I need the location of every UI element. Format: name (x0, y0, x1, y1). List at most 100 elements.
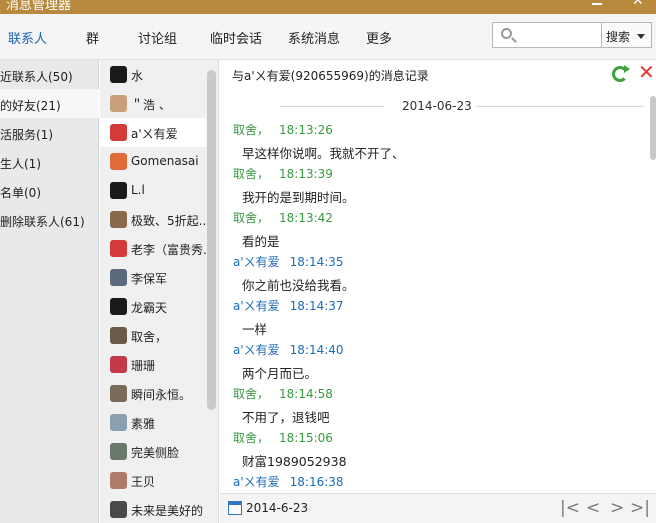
contact-item[interactable]: 完美侧脸 (100, 437, 206, 466)
contact-item[interactable]: 水 (100, 60, 206, 89)
search-scope-dropdown[interactable]: 搜索 (602, 22, 652, 48)
contact-item[interactable]: a'ㄨ有爱 (100, 118, 206, 147)
bottom-bar: 2014-6-23 |< < > >| (220, 493, 656, 523)
contact-name: 珊珊 (131, 359, 156, 373)
contact-item[interactable]: 王贝 (100, 466, 206, 495)
avatar (110, 211, 127, 228)
message-sender: a'ㄨ有爱 (233, 343, 280, 357)
avatar (110, 182, 127, 199)
first-page-button[interactable]: |< (560, 498, 580, 518)
tab-system-messages[interactable]: 系统消息 (288, 28, 340, 47)
avatar (110, 153, 127, 170)
message-time: 18:14:58 (279, 387, 333, 401)
tab-discussion[interactable]: 讨论组 (138, 28, 177, 47)
calendar-icon[interactable] (228, 501, 242, 515)
message-header: 取舍， 18:15:06 (233, 429, 343, 446)
contact-item[interactable]: 李保军 (100, 263, 206, 292)
refresh-icon[interactable] (612, 65, 630, 82)
next-page-button[interactable]: > (610, 498, 624, 518)
avatar (110, 414, 127, 431)
contact-item[interactable]: 瞬间永恒。 (100, 379, 206, 408)
contact-item[interactable]: 素雅 (100, 408, 206, 437)
contact-name: 王贝 (131, 475, 156, 489)
contact-item[interactable]: 龙霸天 (100, 292, 206, 321)
message-header: a'ㄨ有爱 18:14:37 (233, 297, 354, 314)
search-button-label: 搜索 (606, 30, 631, 44)
contact-name: ＂浩 、 (131, 98, 171, 112)
message-scrollbar[interactable] (650, 96, 656, 160)
avatar (110, 240, 127, 257)
message-header: a'ㄨ有爱 18:16:38 (233, 473, 354, 490)
message-text: 两个月而已。 (242, 366, 318, 381)
current-date: 2014-6-23 (246, 501, 309, 515)
message-header: a'ㄨ有爱 18:14:35 (233, 253, 354, 270)
message-header: 取舍， 18:13:39 (233, 165, 343, 182)
window-close-button[interactable]: ✕ (632, 0, 644, 9)
contact-item[interactable]: 老李（富贵秀... (100, 234, 206, 263)
category-strangers[interactable]: 生人(1) (0, 147, 99, 176)
contact-name: 极致、5折起... (131, 214, 206, 228)
message-sender: a'ㄨ有爱 (233, 255, 280, 269)
avatar (110, 95, 127, 112)
contact-name: 素雅 (131, 417, 156, 431)
avatar (110, 327, 127, 344)
avatar (110, 443, 127, 460)
contact-item[interactable]: 极致、5折起... (100, 205, 206, 234)
contact-item[interactable]: 珊珊 (100, 350, 206, 379)
close-icon[interactable]: ✕ (638, 62, 655, 82)
message-sender: a'ㄨ有爱 (233, 299, 280, 313)
tab-more[interactable]: 更多 (366, 28, 392, 47)
category-recent[interactable]: 近联系人(50) (0, 60, 99, 89)
contact-item[interactable]: ＂浩 、 (100, 89, 206, 118)
contact-name: 取舍， (131, 330, 168, 344)
contact-list: 水 ＂浩 、 a'ㄨ有爱 Gomenasai L.l 极致、5折起... 老李（富贵秀...… (100, 60, 219, 523)
message-time: 18:13:39 (279, 167, 333, 181)
message-text: 一样 (242, 322, 268, 337)
message-sender: a'ㄨ有爱 (233, 475, 280, 489)
tab-groups[interactable]: 群 (86, 28, 99, 47)
message-text: 财富1989052938 (242, 454, 347, 469)
message-sender: 取舍， (233, 387, 270, 401)
contact-name: 水 (131, 69, 144, 83)
contact-name: 完美侧脸 (131, 446, 180, 460)
contact-name: 李保军 (131, 272, 168, 286)
tab-temp-chat[interactable]: 临时会话 (210, 28, 262, 47)
contact-name: 龙霸天 (131, 301, 168, 315)
message-header: 取舍， 18:13:26 (233, 121, 343, 138)
tab-bar: 联系人 群 讨论组 临时会话 系统消息 更多 搜索 (0, 14, 656, 60)
window-title: 消息管理器 (6, 0, 72, 13)
tab-contacts[interactable]: 联系人 (8, 28, 47, 47)
message-time: 18:16:38 (289, 475, 344, 489)
contact-item[interactable]: 取舍， (100, 321, 206, 350)
divider (476, 106, 644, 107)
contact-name: Gomenasai (131, 154, 199, 168)
last-page-button[interactable]: >| (630, 498, 650, 518)
category-services[interactable]: 活服务(1) (0, 118, 99, 147)
category-panel: 近联系人(50) 的好友(21) 活服务(1) 生人(1) 名单(0) 删除联系… (0, 60, 99, 523)
avatar (110, 298, 127, 315)
message-time: 18:13:42 (279, 211, 333, 225)
contact-item[interactable]: L.l (100, 176, 206, 205)
minimize-button[interactable] (592, 3, 602, 5)
avatar (110, 472, 127, 489)
contact-item[interactable]: Gomenasai (100, 147, 206, 176)
prev-page-button[interactable]: < (586, 498, 600, 518)
message-text: 不用了，退钱吧 (242, 410, 330, 425)
search-input[interactable] (519, 26, 599, 44)
avatar (110, 66, 127, 83)
contact-item[interactable]: 未来是美好的 (100, 495, 206, 523)
message-text: 你之前也没给我看。 (242, 278, 355, 293)
contact-name: 瞬间永恒。 (131, 388, 192, 402)
message-time: 18:14:40 (289, 343, 344, 357)
date-separator: 2014-06-23 (402, 99, 472, 113)
message-text: 早这样你说啊。我就不开了、 (242, 146, 405, 161)
search-field[interactable] (492, 22, 602, 48)
category-friends[interactable]: 的好友(21) (0, 89, 99, 118)
contact-list-scrollbar[interactable] (207, 70, 216, 410)
category-blacklist[interactable]: 名单(0) (0, 176, 99, 205)
contact-name: 未来是美好的 (131, 504, 204, 518)
divider (280, 106, 384, 107)
title-bar: 消息管理器 ✕ (0, 0, 656, 14)
chevron-down-icon (637, 34, 645, 39)
category-deleted[interactable]: 删除联系人(61) (0, 205, 99, 234)
